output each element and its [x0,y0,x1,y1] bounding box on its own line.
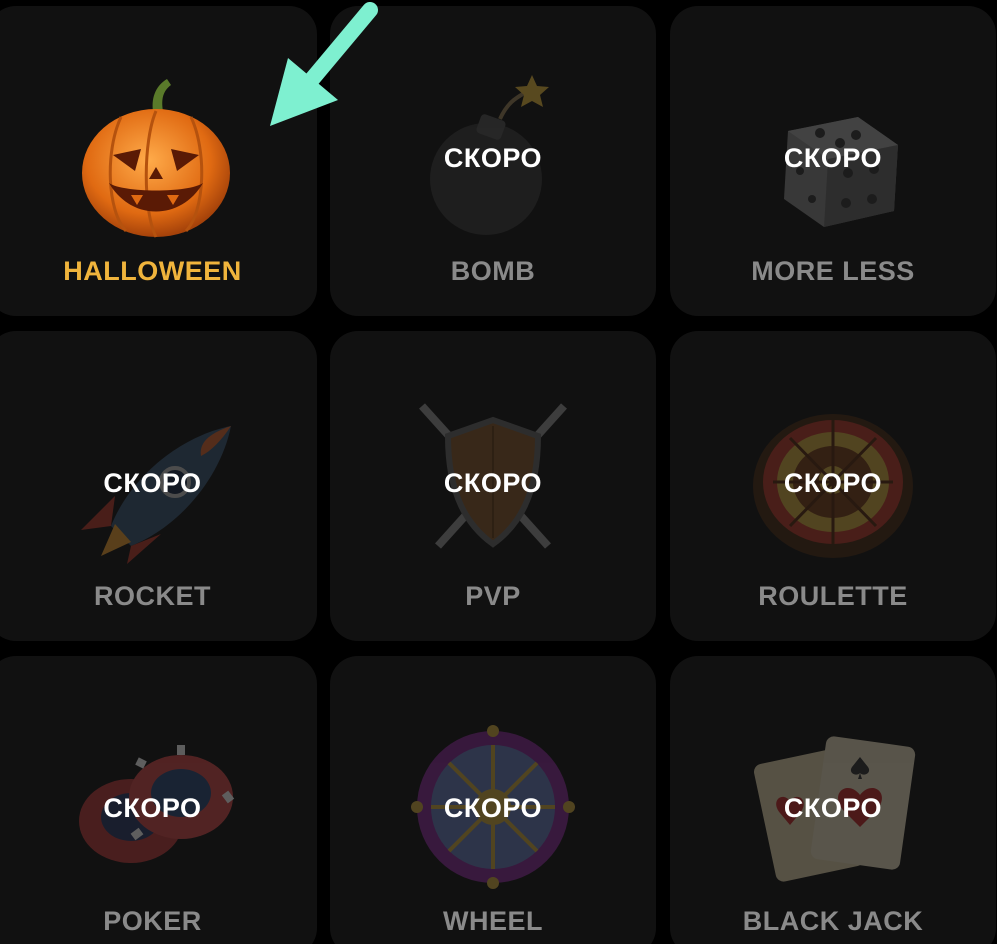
coming-soon-badge: СКОРО [783,143,883,173]
pumpkin-icon [82,79,230,238]
game-title: POKER [103,906,202,936]
game-title: ROCKET [94,581,211,611]
game-title: HALLOWEEN [63,256,242,286]
game-title: MORE LESS [751,256,915,286]
coming-soon-badge: СКОРО [783,468,883,498]
coming-soon-badge: СКОРО [103,793,202,823]
game-card-black-jack[interactable]: СКОРО BLACK JACK [670,656,996,944]
game-title: BOMB [450,256,536,286]
game-card-more-less[interactable]: СКОРО MORE LESS [670,6,996,316]
game-title: PVP [465,581,521,611]
coming-soon-badge: СКОРО [443,468,543,498]
game-grid: HALLOWEEN СКОРО BOMB СКОРО MORE LESS СКО… [0,0,997,944]
game-card-rocket[interactable]: СКОРО ROCKET [0,331,317,641]
game-card-halloween[interactable]: HALLOWEEN [0,6,317,316]
coming-soon-badge: СКОРО [443,143,543,173]
game-title: WHEEL [443,906,543,936]
game-card-roulette[interactable]: СКОРО ROULETTE [670,331,996,641]
game-card-bomb[interactable]: СКОРО BOMB [330,6,656,316]
game-card-poker[interactable]: СКОРО POKER [0,656,317,944]
game-card-pvp[interactable]: СКОРО PVP [330,331,656,641]
coming-soon-badge: СКОРО [443,793,543,823]
coming-soon-badge: СКОРО [103,468,202,498]
coming-soon-badge: СКОРО [783,793,883,823]
game-card-wheel[interactable]: СКОРО WHEEL [330,656,656,944]
game-title: BLACK JACK [742,906,924,936]
game-title: ROULETTE [758,581,908,611]
